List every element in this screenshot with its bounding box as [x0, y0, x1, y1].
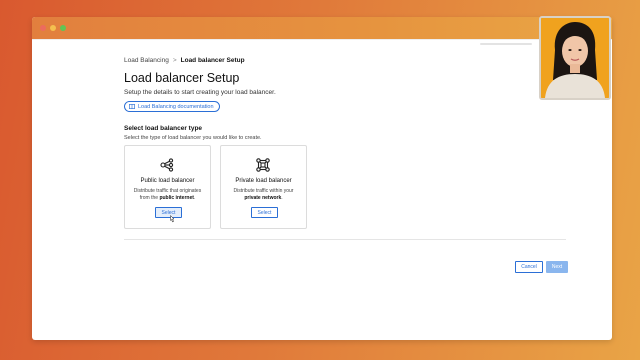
- private-card-desc-bold: private network: [244, 195, 282, 201]
- public-card-description: Distribute traffic that originates from …: [130, 188, 205, 202]
- private-load-balancer-card[interactable]: Private load balancer Distribute traffic…: [220, 145, 307, 229]
- network-icon: [256, 158, 270, 172]
- documentation-link-label: Load Balancing documentation: [138, 103, 214, 110]
- close-window-button[interactable]: [40, 25, 46, 31]
- next-button[interactable]: Next: [546, 261, 568, 273]
- mouse-pointer-icon: [169, 210, 175, 228]
- breadcrumb-current: Load balancer Setup: [180, 57, 245, 64]
- public-card-desc-suffix: .: [193, 195, 196, 201]
- share-nodes-icon: [160, 158, 174, 172]
- book-icon: [129, 104, 135, 109]
- browser-window: Load Balancing > Load balancer Setup Load …: [32, 17, 612, 340]
- maximize-window-button[interactable]: [60, 25, 66, 31]
- webcam-overlay: [539, 16, 611, 100]
- header-placeholder-bar: [480, 43, 532, 45]
- breadcrumb-separator: >: [172, 57, 177, 64]
- select-private-button[interactable]: Select: [251, 207, 278, 218]
- breadcrumb-parent-link[interactable]: Load Balancing: [124, 57, 169, 64]
- public-card-title: Public load balancer: [140, 178, 195, 184]
- section-description: Select the type of load balancer you wou…: [124, 135, 262, 141]
- header-divider: [32, 39, 612, 40]
- minimize-window-button[interactable]: [50, 25, 56, 31]
- footer-divider: [124, 239, 566, 240]
- private-card-description: Distribute traffic within your private n…: [226, 188, 301, 202]
- private-card-desc-suffix: .: [281, 195, 283, 201]
- page-title: Load balancer Setup: [124, 71, 240, 85]
- presenter-avatar: [541, 18, 609, 98]
- private-card-title: Private load balancer: [235, 178, 292, 184]
- section-title: Select load balancer type: [124, 125, 203, 132]
- window-titlebar: [32, 17, 612, 39]
- public-load-balancer-card[interactable]: Public load balancer Distribute traffic …: [124, 145, 211, 229]
- page-subtitle: Setup the details to start creating your…: [124, 89, 276, 96]
- private-card-desc-prefix: Distribute traffic within your: [233, 188, 294, 194]
- cancel-button[interactable]: Cancel: [515, 261, 543, 273]
- main-content: Load Balancing > Load balancer Setup Load …: [124, 57, 574, 317]
- documentation-link[interactable]: Load Balancing documentation: [124, 101, 220, 112]
- breadcrumb: Load Balancing > Load balancer Setup: [124, 57, 245, 64]
- public-card-desc-bold: public internet: [159, 195, 194, 201]
